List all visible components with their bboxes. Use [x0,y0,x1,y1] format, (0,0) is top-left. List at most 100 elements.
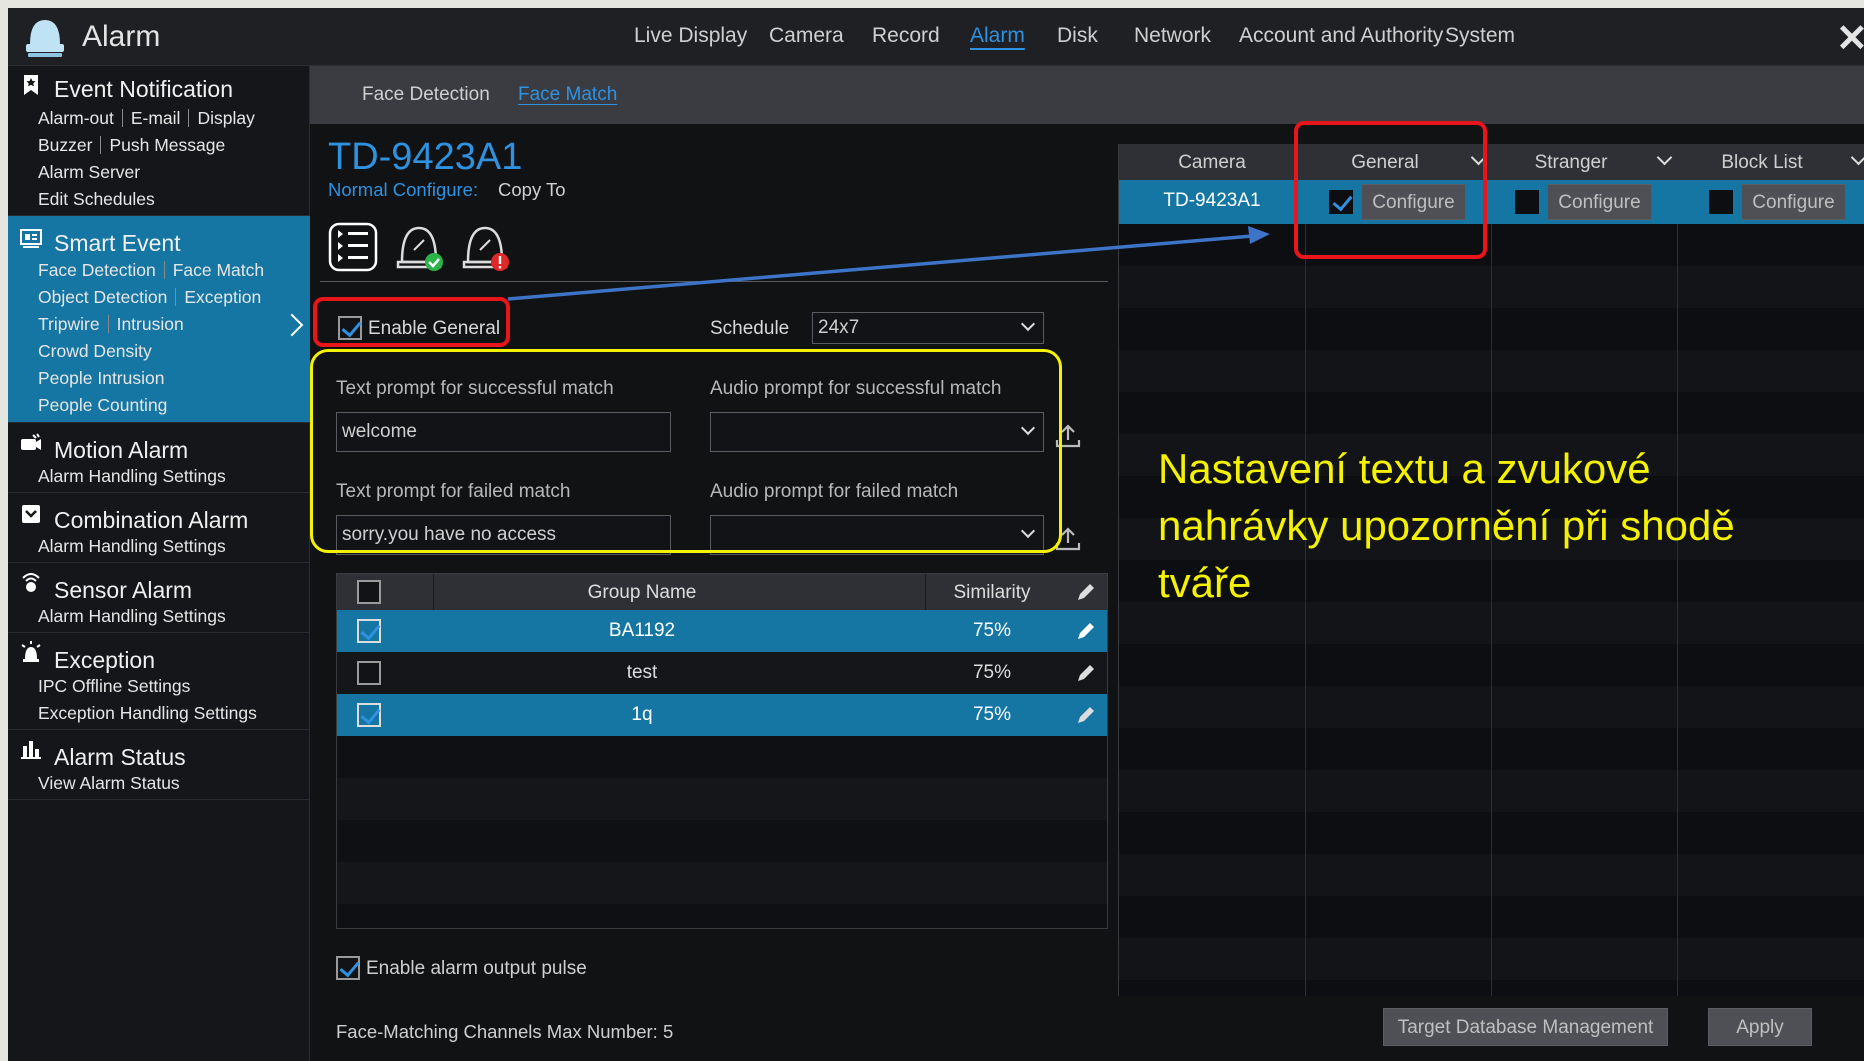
red-highlight-box [1294,121,1487,259]
device-name: TD-9423A1 [328,136,523,178]
alarm-bell-icon [26,20,64,57]
section-smart-event: Smart Event Face Detection Face Match Obj… [8,216,310,423]
app-title: Alarm [82,20,161,53]
nav-account-authority[interactable]: Account and Authority [1239,24,1443,48]
chevron-down-icon[interactable] [1850,149,1864,166]
sidebar-item-crowd-density[interactable]: Crowd Density [38,341,152,362]
sidebar-item-email[interactable]: E-mail [131,108,181,128]
sidebar-item-exception[interactable]: Exception [184,287,261,307]
match-failed-alarm-icon[interactable] [460,222,510,272]
normal-configure-label: Normal Configure: [328,179,479,200]
sidebar-item-exception-handling[interactable]: Exception Handling Settings [38,703,257,724]
block-list-configure-button[interactable]: Configure [1741,184,1846,220]
sidebar-item-face-detection[interactable]: Face Detection [38,260,156,280]
section-exception: Exception IPC Offline Settings Exception… [8,633,310,730]
enable-pulse-label: Enable alarm output pulse [366,958,587,979]
sidebar-item-alarm-handling[interactable]: Alarm Handling Settings [38,466,226,487]
sidebar-item-display[interactable]: Display [197,108,254,128]
sidebar-item-buzzer[interactable]: Buzzer [38,135,92,155]
bar-chart-icon [21,741,41,759]
sidebar: Event Notification Alarm-out E-mail Displa… [8,66,310,1061]
sidebar-item-alarm-handling[interactable]: Alarm Handling Settings [38,606,226,627]
table-row[interactable]: test 75% [337,652,1107,694]
sidebar-item-face-match[interactable]: Face Match [173,260,264,280]
empty-row [337,778,1107,820]
edit-pencil-icon[interactable] [1075,620,1097,642]
target-database-button[interactable]: Target Database Management [1383,1008,1668,1046]
camera-row[interactable]: TD-9423A1 Configure Configure Configure [1119,180,1864,224]
schedule-value: 24x7 [818,317,860,338]
top-bar: Alarm Live Display Camera Record Alarm D… [8,8,1864,66]
nav-camera[interactable]: Camera [769,24,844,48]
sidebar-item-tripwire[interactable]: Tripwire [38,314,100,334]
copy-to-link[interactable]: Copy To [498,179,566,201]
sidebar-item-people-counting[interactable]: People Counting [38,395,167,416]
section-alarm-status: Alarm Status View Alarm Status [8,730,310,800]
header-stranger[interactable]: Stranger [1491,152,1651,174]
sidebar-links-row: Face Detection Face Match [38,260,264,281]
sidebar-item-alarm-server[interactable]: Alarm Server [38,162,140,183]
edit-pencil-icon[interactable] [1075,581,1097,603]
sub-tab-bar: Face Detection Face Match [310,66,1864,124]
camera-name-cell: TD-9423A1 [1163,190,1261,211]
block-list-checkbox[interactable] [1709,190,1733,214]
tab-face-detection[interactable]: Face Detection [362,84,490,106]
camera-table-header: Camera General Stranger Block List [1119,144,1864,180]
apply-button[interactable]: Apply [1708,1008,1812,1046]
header-group-name: Group Name [587,582,697,603]
schedule-select[interactable]: 24x7 [812,312,1044,344]
edit-pencil-icon[interactable] [1075,662,1097,684]
sidebar-item-view-alarm-status[interactable]: View Alarm Status [38,773,180,794]
table-row[interactable]: BA1192 75% [337,610,1107,652]
sidebar-item-people-intrusion[interactable]: People Intrusion [38,368,164,389]
sidebar-item-object-detection[interactable]: Object Detection [38,287,167,307]
row-checkbox[interactable] [357,661,381,685]
sidebar-links-row: Tripwire Intrusion [38,314,184,335]
similarity-cell: 75% [972,620,1012,641]
stranger-checkbox[interactable] [1515,190,1539,214]
list-mode-icon[interactable] [328,222,378,272]
annotation-text: Nastavení textu a zvukové nahrávky upozo… [1158,445,1735,606]
nav-disk[interactable]: Disk [1057,24,1098,48]
header-block-list[interactable]: Block List [1677,152,1847,174]
table-row[interactable]: 1q 75% [337,694,1107,736]
smart-event-icon [20,229,42,248]
sensor-icon [22,573,40,592]
nav-alarm[interactable]: Alarm [970,24,1025,48]
nav-system[interactable]: System [1445,24,1515,48]
enable-pulse-checkbox[interactable] [336,956,360,980]
section-title[interactable]: Alarm Status [54,744,186,771]
section-title[interactable]: Combination Alarm [54,507,248,534]
combination-alarm-icon [22,505,40,523]
sidebar-item-alarm-handling[interactable]: Alarm Handling Settings [38,536,226,557]
group-name-cell: BA1192 [608,620,676,641]
schedule-label: Schedule [710,318,790,339]
section-title[interactable]: Motion Alarm [54,437,188,464]
sidebar-item-ipc-offline[interactable]: IPC Offline Settings [38,676,190,697]
close-icon[interactable]: ✕ [1836,16,1864,61]
section-title[interactable]: Smart Event [54,230,181,257]
nav-live-display[interactable]: Live Display [634,24,747,48]
section-title[interactable]: Sensor Alarm [54,577,192,604]
sidebar-item-edit-schedules[interactable]: Edit Schedules [38,189,155,210]
stranger-configure-button[interactable]: Configure [1547,184,1652,220]
bookmark-star-icon [24,75,38,95]
header-camera: Camera [1178,152,1246,173]
group-table: Group Name Similarity BA1192 75% test 75… [336,573,1108,929]
row-checkbox[interactable] [357,703,381,727]
match-success-alarm-icon[interactable] [394,222,444,272]
section-title[interactable]: Event Notification [54,76,233,103]
edit-pencil-icon[interactable] [1075,704,1097,726]
chevron-down-icon[interactable] [1656,149,1673,166]
sidebar-item-intrusion[interactable]: Intrusion [117,314,184,334]
nav-network[interactable]: Network [1134,24,1211,48]
row-checkbox[interactable] [357,619,381,643]
section-motion-alarm: Motion Alarm Alarm Handling Settings [8,423,310,493]
tab-face-match[interactable]: Face Match [518,84,617,106]
select-all-checkbox[interactable] [357,580,381,604]
sidebar-item-push-message[interactable]: Push Message [109,135,225,155]
section-title[interactable]: Exception [54,647,155,674]
chevron-right-icon[interactable] [280,313,304,337]
nav-record[interactable]: Record [872,24,940,48]
sidebar-item-alarm-out[interactable]: Alarm-out [38,108,114,128]
